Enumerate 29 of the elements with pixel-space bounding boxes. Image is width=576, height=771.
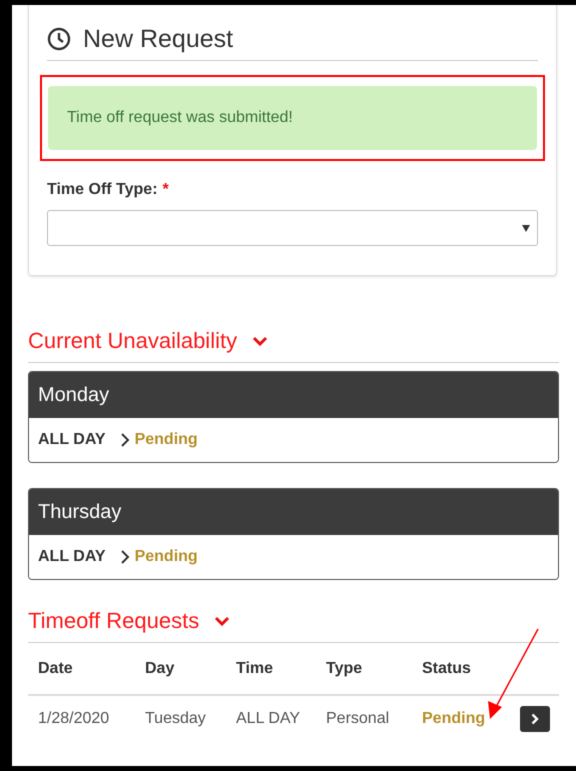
table-cell-text: Personal xyxy=(326,709,390,729)
column-header: Date xyxy=(38,658,74,678)
column-header: Time xyxy=(236,658,274,678)
row-open-button[interactable] xyxy=(520,706,550,732)
table-cell-text: ALL DAY xyxy=(236,709,302,729)
form-title: New Request xyxy=(83,24,234,55)
status-label: Pending xyxy=(134,430,198,450)
field-label: Time Off Type: xyxy=(47,180,158,200)
time-label: ALL DAY xyxy=(38,547,106,567)
table-cell-text: 1/28/2020 xyxy=(38,709,110,729)
alert-message: Time off request was submitted! xyxy=(67,108,293,128)
chevron-right-icon xyxy=(531,713,539,725)
required-mark: * xyxy=(162,180,169,200)
column-header: Status xyxy=(422,658,472,678)
dropdown-caret-icon xyxy=(522,224,530,232)
column-header: Type xyxy=(326,658,364,678)
status-label: Pending xyxy=(422,709,486,729)
chevron-right-icon xyxy=(120,433,130,447)
status-label: Pending xyxy=(134,547,198,567)
column-header: Day xyxy=(145,658,176,678)
clock-icon xyxy=(47,27,71,51)
section-heading[interactable]: Timeoff Requests xyxy=(28,606,200,636)
chevron-right-icon xyxy=(120,550,130,564)
day-title: Thursday xyxy=(38,500,122,525)
dropdown-field[interactable] xyxy=(47,210,538,246)
table-cell-text: Tuesday xyxy=(145,709,207,729)
section-heading[interactable]: Current Unavailability xyxy=(28,326,238,356)
day-title: Monday xyxy=(38,383,110,408)
time-label: ALL DAY xyxy=(38,430,106,450)
